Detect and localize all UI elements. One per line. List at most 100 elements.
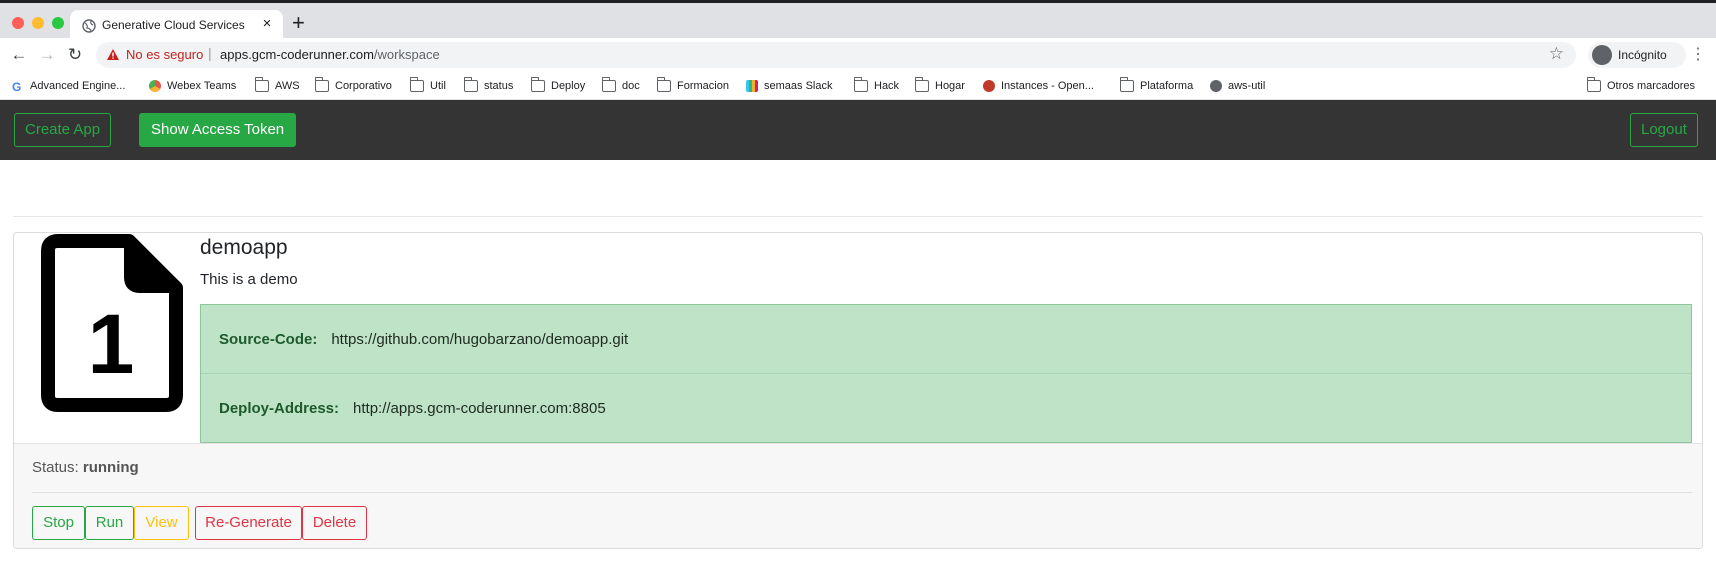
globe-icon [82, 19, 96, 33]
browser-window: Generative Cloud Services × + ← → ↻ No e… [0, 0, 1716, 566]
webex-icon [149, 80, 161, 92]
bookmark-label: AWS [275, 80, 300, 92]
app-name: demoapp [200, 236, 288, 259]
close-window-button[interactable] [12, 17, 24, 29]
bookmark-label: Deploy [551, 80, 586, 92]
folder-icon [254, 77, 269, 92]
stop-button[interactable]: Stop [32, 506, 85, 540]
bookmark-label: Otros marcadores [1607, 80, 1696, 92]
tab-strip: Generative Cloud Services × + [0, 0, 1716, 41]
bookmark-corporativo[interactable]: Corporativo [314, 77, 392, 95]
source-code-row: Source-Code: https://github.com/hugobarz… [201, 305, 1691, 374]
incognito-icon [1592, 45, 1612, 65]
folder-icon [656, 77, 671, 92]
bookmark-hogar[interactable]: Hogar [914, 77, 965, 95]
app-description: This is a demo [200, 271, 298, 288]
bookmark-advanced-engine[interactable]: G Advanced Engine... [12, 77, 125, 95]
show-access-token-button[interactable]: Show Access Token [139, 113, 297, 147]
folder-icon [1586, 77, 1601, 92]
status-text: Status: running [32, 459, 139, 476]
folder-icon [409, 77, 424, 92]
deploy-address-row: Deploy-Address: http://apps.gcm-coderunn… [201, 374, 1691, 443]
bookmark-label: Hogar [935, 80, 965, 92]
bookmark-webex-teams[interactable]: Webex Teams [149, 77, 236, 95]
delete-button[interactable]: Delete [302, 506, 367, 540]
source-code-value: https://github.com/hugobarzano/demoapp.g… [331, 330, 629, 348]
bookmark-label: Formacion [677, 80, 729, 92]
divider [13, 216, 1703, 217]
bookmark-instances[interactable]: Instances - Open... [983, 77, 1094, 95]
source-code-label: Source-Code: [219, 330, 318, 348]
maximize-window-button[interactable] [52, 17, 64, 29]
new-tab-button[interactable]: + [292, 12, 305, 34]
folder-icon [314, 77, 329, 92]
bookmark-otros-marcadores[interactable]: Otros marcadores [1586, 77, 1696, 95]
folder-icon [853, 77, 868, 92]
bookmark-util[interactable]: Util [409, 77, 446, 95]
browser-toolbar: ← → ↻ No es seguro | apps.gcm-coderunner… [0, 38, 1716, 72]
google-icon: G [12, 80, 22, 94]
url-host: apps.gcm-coderunner.com [220, 47, 374, 62]
folder-icon [530, 77, 545, 92]
bookmarks-bar: G Advanced Engine... Webex Teams AWS Cor… [0, 72, 1716, 100]
bookmark-label: Util [430, 80, 446, 92]
bookmark-star-icon[interactable]: ☆ [1549, 44, 1564, 64]
bookmark-label: Instances - Open... [1001, 80, 1094, 92]
app-navbar: Create App Show Access Token Logout [0, 100, 1716, 160]
app-card-footer: Status: running Stop Run View Re-Generat… [14, 443, 1702, 548]
incognito-label: Incógnito [1618, 48, 1667, 62]
tab-close-icon[interactable]: × [259, 15, 275, 35]
not-secure-label[interactable]: No es seguro [126, 47, 203, 62]
bookmark-aws-util[interactable]: aws-util [1210, 77, 1265, 95]
back-arrow-icon[interactable]: ← [8, 45, 30, 65]
bookmark-label: Webex Teams [167, 80, 237, 92]
bookmark-deploy[interactable]: Deploy [530, 77, 586, 95]
folder-icon [1119, 77, 1134, 92]
bookmark-label: semaas Slack [764, 80, 833, 92]
globe-icon [1210, 80, 1222, 92]
bookmark-label: Advanced Engine... [30, 80, 126, 92]
view-button[interactable]: View [134, 506, 189, 540]
url-path: /workspace [373, 47, 440, 62]
url-text[interactable]: apps.gcm-coderunner.com/workspace [220, 47, 440, 62]
run-button[interactable]: Run [85, 506, 134, 540]
forward-arrow-icon[interactable]: → [36, 45, 58, 65]
browser-menu-icon[interactable]: ⋮ [1690, 44, 1706, 64]
incognito-profile-button[interactable]: Incógnito [1588, 42, 1686, 68]
deploy-address-label: Deploy-Address: [219, 400, 340, 417]
status-value: running [82, 459, 139, 476]
folder-icon [601, 77, 616, 92]
folder-icon [463, 77, 478, 92]
bookmark-label: Corporativo [335, 80, 392, 92]
bookmark-label: Plataforma [1140, 80, 1194, 92]
deploy-address-value: http://apps.gcm-coderunner.com:8805 [353, 400, 606, 417]
bookmark-status[interactable]: status [463, 77, 514, 95]
url-separator: | [208, 45, 212, 61]
logout-button[interactable]: Logout [1630, 113, 1698, 147]
app-card: 1 demoapp This is a demo Source-Code: ht… [13, 232, 1703, 549]
file-number-digit: 1 [88, 297, 135, 391]
bookmark-semaas-slack[interactable]: semaas Slack [746, 77, 832, 95]
address-bar[interactable]: No es seguro | apps.gcm-coderunner.com/w… [96, 42, 1576, 68]
bookmark-doc[interactable]: doc [601, 77, 640, 95]
regenerate-button[interactable]: Re-Generate [195, 506, 302, 540]
openstack-icon [983, 80, 995, 92]
browser-tab[interactable]: Generative Cloud Services × [70, 10, 283, 41]
bookmark-label: aws-util [1228, 80, 1266, 92]
status-label: Status: [32, 459, 79, 476]
bookmark-aws[interactable]: AWS [254, 77, 300, 95]
slack-icon [746, 80, 758, 92]
bookmark-label: Hack [874, 80, 900, 92]
tab-title: Generative Cloud Services [102, 18, 245, 32]
folder-icon [914, 77, 929, 92]
bookmark-label: status [484, 80, 514, 92]
bookmark-formacion[interactable]: Formacion [656, 77, 729, 95]
reload-icon[interactable]: ↻ [64, 45, 86, 65]
warning-icon [107, 49, 119, 60]
create-app-button[interactable]: Create App [14, 113, 112, 147]
file-number-icon: 1 [41, 234, 183, 412]
minimize-window-button[interactable] [32, 17, 44, 29]
bookmark-plataforma[interactable]: Plataforma [1119, 77, 1194, 95]
app-info-box: Source-Code: https://github.com/hugobarz… [200, 304, 1692, 443]
bookmark-hack[interactable]: Hack [853, 77, 900, 95]
